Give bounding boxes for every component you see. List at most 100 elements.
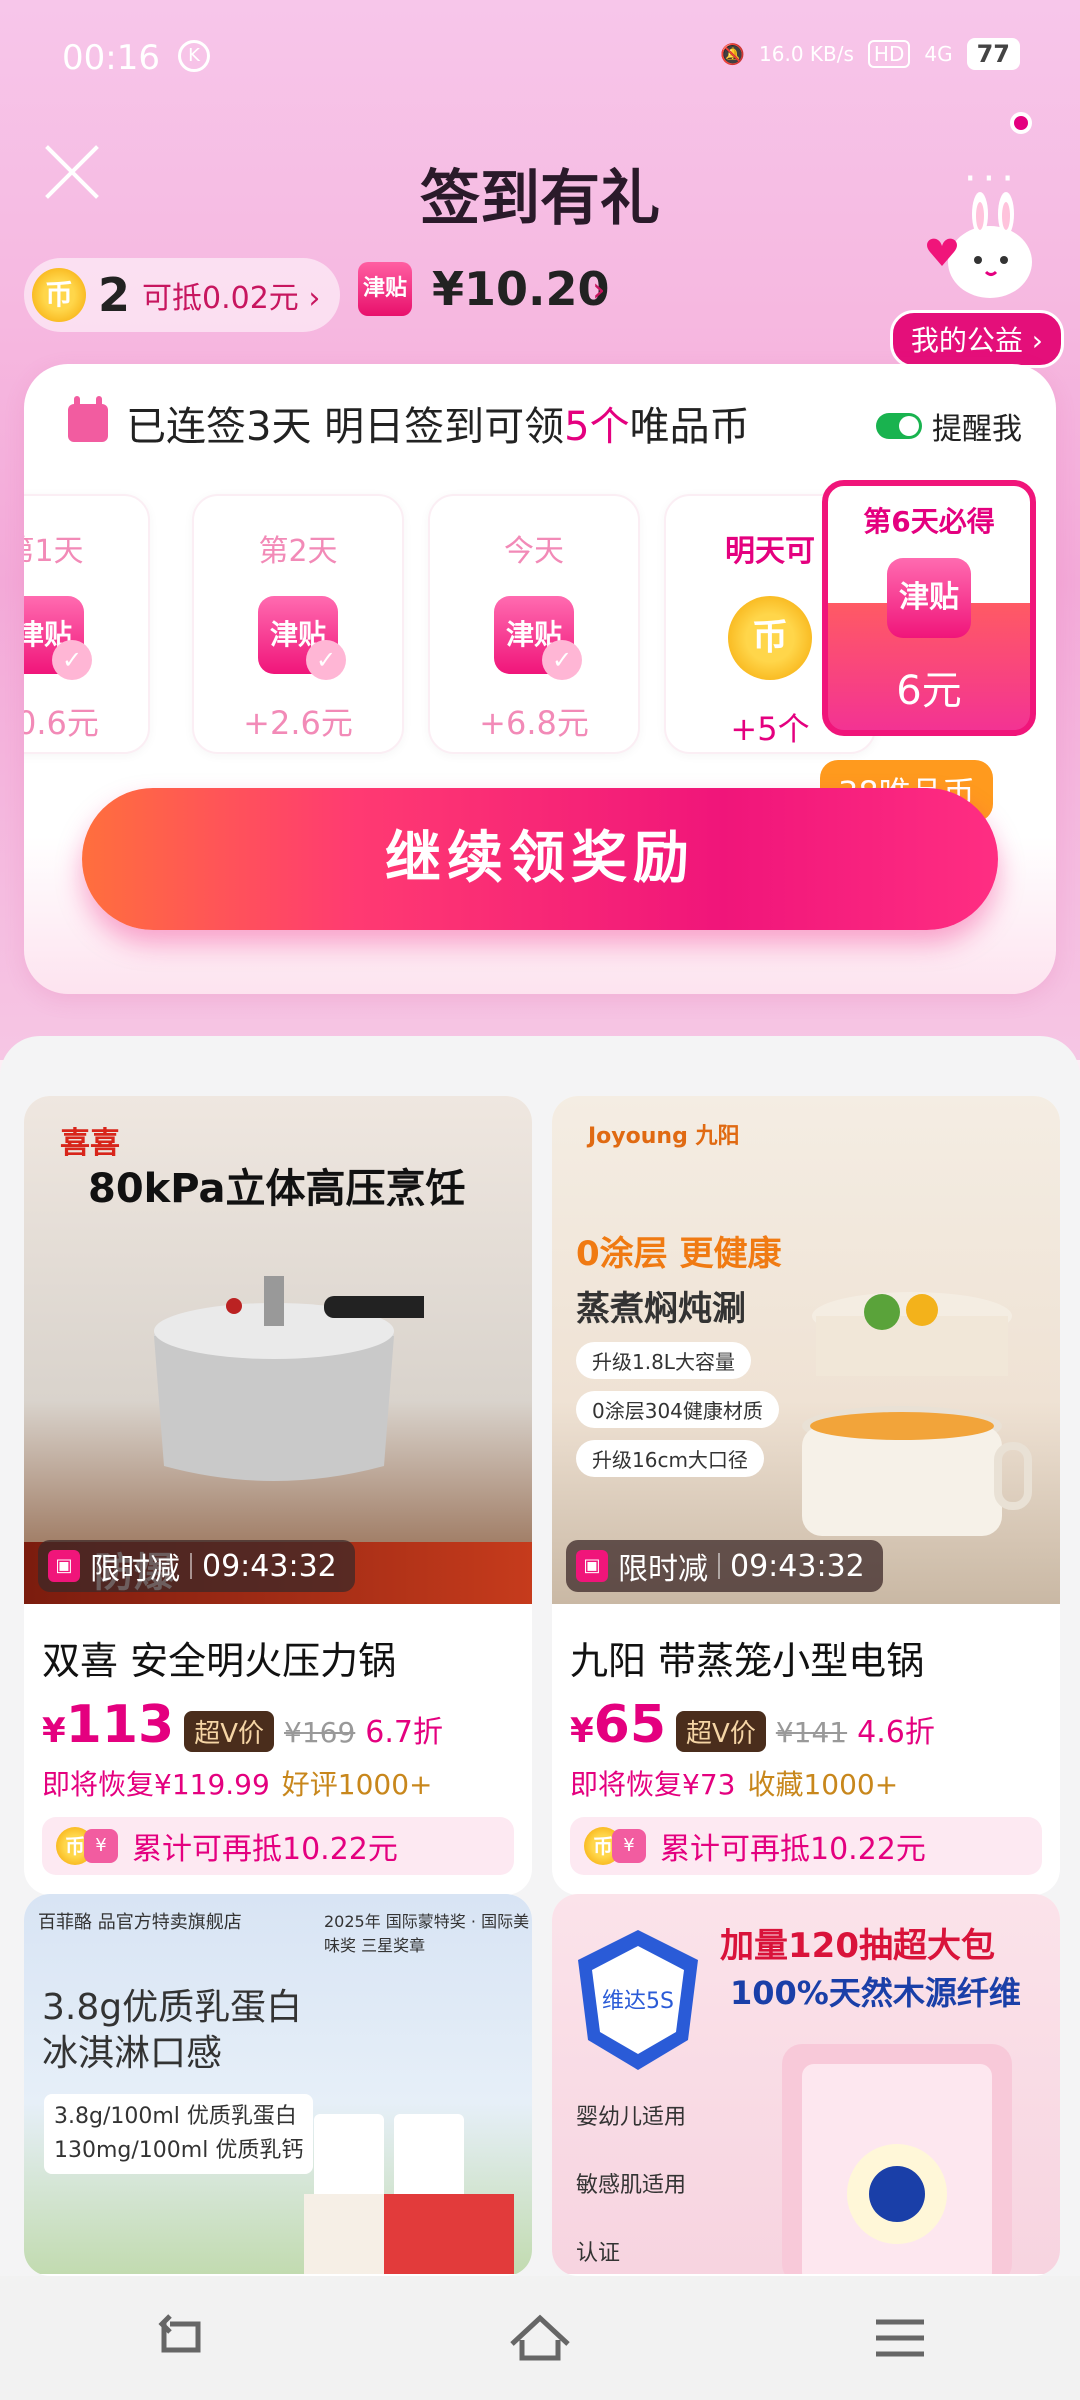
- product-name[interactable]: 九阳 带蒸笼小型电锅: [570, 1630, 1042, 1685]
- day-value: +2.6元: [243, 704, 353, 742]
- check-icon: ✓: [542, 640, 582, 680]
- calendar-icon: [68, 396, 108, 442]
- deduction-bar: 币 ¥ 累计可再抵10.22元: [570, 1817, 1042, 1875]
- allowance-arrow[interactable]: ›: [592, 270, 606, 310]
- day-value: +0.6元: [24, 704, 99, 742]
- allowance-value[interactable]: ¥10.20: [432, 262, 610, 316]
- back-icon[interactable]: [140, 2298, 220, 2378]
- product-headline: 80kPa立体高压烹饪: [88, 1166, 466, 1212]
- product-card[interactable]: 百菲酪 品官方特卖旗舰店 2025年 国际蒙特奖 · 国际美味奖 三星奖章 3.…: [24, 1894, 532, 2276]
- battery-icon: 77: [966, 38, 1020, 70]
- milk-pack-image: [304, 2114, 514, 2274]
- flash-label: 限时减: [90, 1552, 180, 1587]
- divider: [718, 1553, 720, 1579]
- product-subheadline: 冰淇淋口感: [42, 2033, 223, 2074]
- day-card-2: 第2天 津贴 ✓ +2.6元: [192, 494, 404, 754]
- day6-reward-card: 第6天必得 津贴 6元: [822, 480, 1036, 736]
- day6-value: 6元: [896, 668, 962, 714]
- streak-text: 已连签3天 明日签到可领5个唯品币: [68, 394, 750, 452]
- product-subheadline: 100%天然木源纤维: [730, 1974, 1021, 2012]
- product-image[interactable]: 维达5S 加量120抽超大包 100%天然木源纤维 婴幼儿适用 敏感肌适用 认证: [552, 1894, 1060, 2274]
- countdown-timer: 09:43:32: [730, 1548, 865, 1584]
- notification-dot: [1010, 112, 1032, 134]
- svg-text:维达5S: 维达5S: [602, 1989, 674, 2014]
- flash-sale-badge: ▣ 限时减 09:43:32: [38, 1540, 355, 1592]
- brand-logo: 百菲酪 品官方特卖旗舰店: [38, 1912, 242, 1933]
- day-label: 今天: [504, 534, 564, 569]
- streak-suffix: 唯品币: [629, 404, 750, 450]
- system-nav-bar: [0, 2276, 1080, 2400]
- coin-balance[interactable]: 币 2 可抵0.02元 ›: [24, 258, 341, 332]
- feature-list: 婴幼儿适用 敏感肌适用 认证: [576, 2105, 687, 2266]
- pressure-cooker-image: [154, 1276, 424, 1481]
- streak-count: 5个: [564, 404, 630, 450]
- countdown-timer: 09:43:32: [202, 1548, 337, 1584]
- svip-badge: 超V价: [676, 1711, 766, 1752]
- coin-icon: 币: [32, 268, 86, 322]
- product-price: ¥65: [570, 1695, 667, 1755]
- coin-icon: 币: [728, 596, 812, 680]
- product-headline: 加量120抽超大包: [720, 1926, 995, 1966]
- day6-label: 第6天必得: [863, 505, 995, 538]
- product-image[interactable]: Joyoung 九阳 0涂层 更健康 蒸煮焖炖涮 升级1.8L大容量 0涂层30…: [552, 1096, 1060, 1604]
- k-icon: K: [178, 40, 210, 72]
- reminder-toggle[interactable]: 提醒我: [876, 404, 1022, 448]
- original-price: ¥169: [284, 1716, 356, 1749]
- product-image[interactable]: 喜喜 80kPa立体高压烹饪 防爆 ▣ 限时减 09:43:32: [24, 1096, 532, 1604]
- product-features: 0涂层 更健康 蒸煮焖炖涮 升级1.8L大容量 0涂层304健康材质 升级16c…: [576, 1226, 782, 1477]
- menu-icon[interactable]: [860, 2298, 940, 2378]
- net-speed: 16.0 KB/s: [759, 42, 854, 66]
- price-row: ¥113 超V价 ¥169 6.7折: [42, 1695, 514, 1755]
- product-name[interactable]: 双喜 安全明火压力锅: [42, 1630, 514, 1685]
- day-value: +6.8元: [479, 704, 589, 742]
- allowance-icon: 津贴 ✓: [24, 596, 92, 680]
- flash-label: 限时减: [618, 1552, 708, 1587]
- continue-reward-button[interactable]: 继续领奖励: [82, 788, 998, 930]
- nutrition-box: 3.8g/100ml 优质乳蛋白 130mg/100ml 优质乳钙: [44, 2094, 314, 2174]
- signal-icon: 4G: [924, 42, 953, 66]
- sale-icon: ▣: [576, 1550, 608, 1582]
- day-card-today: 今天 津贴 ✓ +6.8元: [428, 494, 640, 754]
- divider: [190, 1553, 192, 1579]
- deduction-bar: 币 ¥ 累计可再抵10.22元: [42, 1817, 514, 1875]
- product-card[interactable]: 维达5S 加量120抽超大包 100%天然木源纤维 婴幼儿适用 敏感肌适用 认证: [552, 1894, 1060, 2276]
- my-charity-button[interactable]: 我的公益 ›: [889, 310, 1064, 368]
- home-icon[interactable]: [500, 2298, 580, 2378]
- allowance-icon: 津贴: [887, 558, 971, 638]
- brand-logo: Joyoung 九阳: [588, 1124, 740, 1149]
- flash-sale-badge: ▣ 限时减 09:43:32: [566, 1540, 883, 1592]
- tissue-pack-image: [782, 2044, 1012, 2274]
- award-badge: 2025年 国际蒙特奖 · 国际美味奖 三星奖章: [324, 1912, 530, 1955]
- yen-icon: ¥: [84, 1829, 118, 1863]
- product-price: ¥113: [42, 1695, 175, 1755]
- rabbit-mascot-icon: [927, 192, 1032, 298]
- deduction-text: 累计可再抵10.22元: [132, 1832, 398, 1867]
- deduction-text: 累计可再抵10.22元: [660, 1832, 926, 1867]
- coin-count: 2: [98, 268, 131, 322]
- product-headline: 3.8g优质乳蛋白: [42, 1987, 303, 2028]
- product-image[interactable]: 百菲酪 品官方特卖旗舰店 2025年 国际蒙特奖 · 国际美味奖 三星奖章 3.…: [24, 1894, 532, 2274]
- allowance-icon: 津贴: [358, 262, 412, 316]
- page-title: 签到有礼: [420, 164, 660, 234]
- status-bar: 00:16 K 🔕 16.0 KB/s HD 4G 77: [0, 0, 1080, 110]
- product-card[interactable]: 喜喜 80kPa立体高压烹饪 防爆 ▣ 限时减 09:43:32 双喜 安全明火…: [24, 1096, 532, 1895]
- day-label: 第2天: [258, 534, 338, 569]
- price-row: ¥65 超V价 ¥141 4.6折: [570, 1695, 1042, 1755]
- check-icon: ✓: [306, 640, 346, 680]
- original-price: ¥141: [775, 1716, 848, 1749]
- discount-rate: 4.6折: [857, 1715, 935, 1750]
- electric-cooker-image: [802, 1292, 1032, 1536]
- restore-info: 即将恢复¥73 收藏1000+: [570, 1768, 899, 1801]
- product-card[interactable]: Joyoung 九阳 0涂层 更健康 蒸煮焖炖涮 升级1.8L大容量 0涂层30…: [552, 1096, 1060, 1895]
- restore-info: 即将恢复¥119.99 好评1000+: [42, 1768, 433, 1801]
- check-icon: ✓: [52, 640, 92, 680]
- signin-days: 第1天 津贴✓ +0.6元 第2天 津贴✓ +2.6元 今天 津贴✓ +6.8元…: [24, 494, 876, 754]
- clock: 00:16: [62, 38, 160, 78]
- toggle-switch[interactable]: [876, 413, 922, 439]
- day-label: 第1天: [24, 534, 84, 569]
- mute-icon: 🔕: [720, 42, 746, 66]
- sale-icon: ▣: [48, 1550, 80, 1582]
- day-card-1: 第1天 津贴✓ +0.6元: [24, 494, 150, 754]
- hd-icon: HD: [867, 40, 911, 68]
- allowance-icon: 津贴 ✓: [494, 596, 582, 680]
